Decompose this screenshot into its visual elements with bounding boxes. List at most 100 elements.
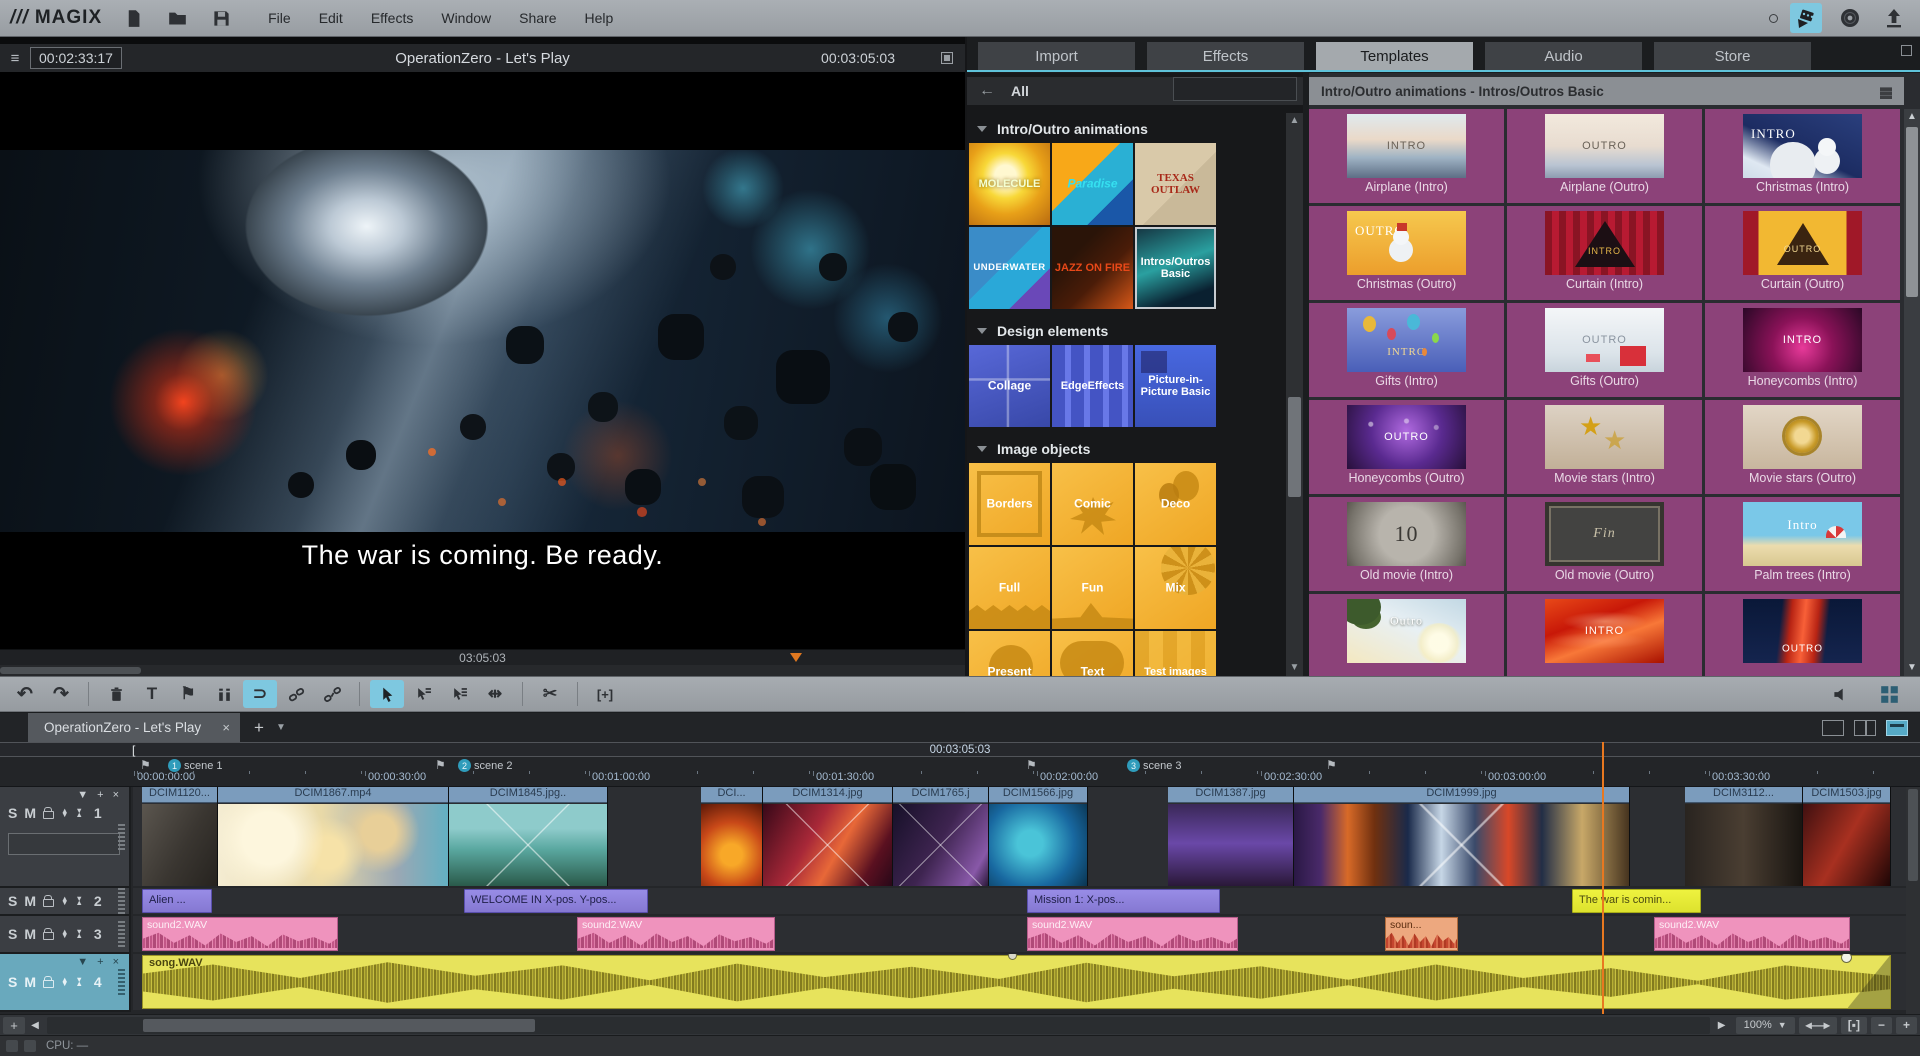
- layout-split-icon[interactable]: [1854, 720, 1876, 736]
- category-tile-comic[interactable]: Comic: [1052, 463, 1133, 545]
- preview-scrollbar-thumb[interactable]: [0, 667, 141, 674]
- expand-icon[interactable]: ▲▼: [61, 809, 68, 818]
- mute-button[interactable]: M: [24, 974, 36, 990]
- catalog-section-header[interactable]: Image objects: [967, 433, 1285, 463]
- title-clip[interactable]: Alien ...: [142, 889, 212, 913]
- category-tile-underwater[interactable]: UNDERWATER: [969, 227, 1050, 309]
- menu-effects[interactable]: Effects: [359, 5, 426, 31]
- solo-button[interactable]: S: [8, 926, 17, 942]
- track-resize-grip[interactable]: [118, 921, 125, 947]
- grid-scrollbar[interactable]: ▲ ▼: [1904, 109, 1920, 676]
- track-1-controls[interactable]: S M ▲▼ ▼▲ 1: [8, 805, 102, 821]
- template-cell-curtain-intro-[interactable]: INTROCurtain (Intro): [1507, 206, 1702, 300]
- lock-icon[interactable]: [43, 811, 54, 819]
- scene-marker-1[interactable]: 1scene 1: [168, 759, 223, 772]
- track-resize-grip[interactable]: [118, 969, 125, 995]
- template-cell-movie-stars-intro-[interactable]: Movie stars (Intro): [1507, 400, 1702, 494]
- category-tile-molecule[interactable]: MOLECULE: [969, 143, 1050, 225]
- video-clip-dcim3112[interactable]: DCIM3112...: [1685, 787, 1803, 886]
- mixer-grid-icon[interactable]: [1872, 680, 1906, 708]
- category-tile-intros-outros-basic[interactable]: Intros/Outros Basic: [1135, 227, 1216, 309]
- cursor-stretch-button[interactable]: ⇹: [478, 680, 512, 708]
- scene-marker-3[interactable]: 3scene 3: [1127, 759, 1182, 772]
- burn-disc-icon[interactable]: [1834, 3, 1866, 33]
- timeline-vertical-scrollbar[interactable]: [1906, 787, 1920, 1014]
- hscrollbar-thumb[interactable]: [143, 1019, 535, 1032]
- tab-audio[interactable]: Audio: [1485, 42, 1642, 70]
- scrubber-playhead-marker[interactable]: [790, 653, 802, 662]
- lock-icon[interactable]: [43, 980, 54, 988]
- zoom-horizontal-icon[interactable]: ◂—▸: [1799, 1017, 1837, 1034]
- video-viewport[interactable]: The war is coming. Be ready.: [0, 72, 965, 649]
- marker-flag-icon[interactable]: ⚑: [1026, 758, 1037, 772]
- tab-list-chevron-icon[interactable]: ▼: [276, 722, 286, 733]
- track-3-lane[interactable]: sound2.WAVsound2.WAVsound2.WAVsoun...sou…: [133, 916, 1920, 952]
- solo-button[interactable]: S: [8, 974, 17, 990]
- template-cell-palm-trees-intro-[interactable]: IntroPalm trees (Intro): [1705, 497, 1900, 591]
- marker-flag-icon[interactable]: ⚑: [1326, 758, 1337, 772]
- template-cell-gifts-intro-[interactable]: INTROGifts (Intro): [1309, 303, 1504, 397]
- preview-current-timecode[interactable]: 00:02:33:17: [30, 47, 122, 69]
- scroll-up-icon[interactable]: ▲: [1904, 109, 1920, 125]
- minimize-icon[interactable]: ▼▲: [75, 897, 82, 906]
- redo-button[interactable]: ↷: [44, 680, 78, 708]
- category-tile-deco[interactable]: Deco: [1135, 463, 1216, 545]
- track-header-1[interactable]: ▼+× S M ▲▼ ▼▲ 1: [0, 787, 131, 888]
- audio-clip[interactable]: sound2.WAV: [142, 917, 338, 951]
- scroll-left-icon[interactable]: ◀: [25, 1017, 45, 1034]
- marker-flag-button[interactable]: ⚑: [171, 680, 205, 708]
- time-ruler[interactable]: 00:00:00:0000:00:30:0000:01:00:0000:01:3…: [0, 757, 1920, 787]
- scroll-up-icon[interactable]: ▲: [1286, 113, 1303, 129]
- snap-magnet-button[interactable]: ⊃: [243, 680, 277, 708]
- edit-mode-icon[interactable]: [1790, 3, 1822, 33]
- track-1-mini-controls[interactable]: ▼+×: [77, 789, 119, 801]
- zoom-fit-icon[interactable]: [▪]: [1841, 1017, 1867, 1034]
- expand-icon[interactable]: ▲▼: [61, 978, 68, 987]
- template-cell-christmas-outro-[interactable]: OUTROChristmas (Outro): [1309, 206, 1504, 300]
- audio-clip[interactable]: sound2.WAV: [1027, 917, 1238, 951]
- track-2-controls[interactable]: S M ▲▼ ▼▲ 2: [8, 893, 102, 909]
- grid-scrollbar-thumb[interactable]: [1906, 127, 1918, 297]
- tab-store[interactable]: Store: [1654, 42, 1811, 70]
- template-cell-honeycombs-outro-[interactable]: OUTROHoneycombs (Outro): [1309, 400, 1504, 494]
- category-tile-present[interactable]: Present: [969, 631, 1050, 676]
- track-4-controls[interactable]: S M ▲▼ ▼▲ 4: [8, 974, 102, 990]
- track-header-3[interactable]: S M ▲▼ ▼▲ 3: [0, 916, 131, 954]
- delete-button[interactable]: [99, 680, 133, 708]
- preview-scrollbar[interactable]: [0, 665, 965, 676]
- track-1-lane[interactable]: DCIM1120...DCIM1867.mp4DCIM1845.jpg..DCI…: [133, 787, 1920, 886]
- ungroup-link-button[interactable]: [315, 680, 349, 708]
- track-2-lane[interactable]: Alien ...WELCOME IN X-pos. Y-pos...Missi…: [133, 888, 1920, 914]
- tab-import[interactable]: Import: [978, 42, 1135, 70]
- template-cell[interactable]: Outro: [1309, 594, 1504, 676]
- menu-file[interactable]: File: [256, 5, 303, 31]
- layout-timeline-icon[interactable]: [1886, 720, 1908, 736]
- fade-out-handle[interactable]: [1848, 956, 1890, 1008]
- minimize-icon[interactable]: ▼▲: [75, 978, 82, 987]
- template-cell-movie-stars-outro-[interactable]: Movie stars (Outro): [1705, 400, 1900, 494]
- lock-icon[interactable]: [43, 899, 54, 907]
- preview-scrubber[interactable]: 03:05:03: [0, 649, 965, 665]
- collapse-triangle-icon[interactable]: [977, 126, 987, 132]
- category-tile-test-images[interactable]: Test images: [1135, 631, 1216, 676]
- scroll-right-icon[interactable]: ▶: [1712, 1017, 1732, 1034]
- lock-icon[interactable]: [43, 932, 54, 940]
- audio-clip[interactable]: sound2.WAV: [1654, 917, 1850, 951]
- video-clip-dcim1120[interactable]: DCIM1120...: [142, 787, 218, 886]
- preview-menu-icon[interactable]: ≡: [0, 50, 30, 67]
- expand-icon[interactable]: ▲▼: [61, 897, 68, 906]
- template-cell-old-movie-intro-[interactable]: 10Old movie (Intro): [1309, 497, 1504, 591]
- title-clip[interactable]: The war is comin...: [1572, 889, 1701, 913]
- catalog-scrollbar-thumb[interactable]: [1288, 397, 1301, 497]
- audio-monitor-icon[interactable]: [1824, 680, 1858, 708]
- playhead-line[interactable]: [1602, 742, 1604, 1014]
- catalog-scrollbar[interactable]: ▲ ▼: [1286, 113, 1303, 676]
- undo-button[interactable]: ↶: [8, 680, 42, 708]
- video-clip-dci[interactable]: DCI...: [701, 787, 763, 886]
- group-link-button[interactable]: [279, 680, 313, 708]
- category-tile-full[interactable]: Full: [969, 547, 1050, 629]
- minimize-icon[interactable]: ▼▲: [75, 930, 82, 939]
- template-cell-curtain-outro-[interactable]: OUTROCurtain (Outro): [1705, 206, 1900, 300]
- scrollbar-thumb[interactable]: [1908, 789, 1918, 881]
- menu-share[interactable]: Share: [507, 5, 568, 31]
